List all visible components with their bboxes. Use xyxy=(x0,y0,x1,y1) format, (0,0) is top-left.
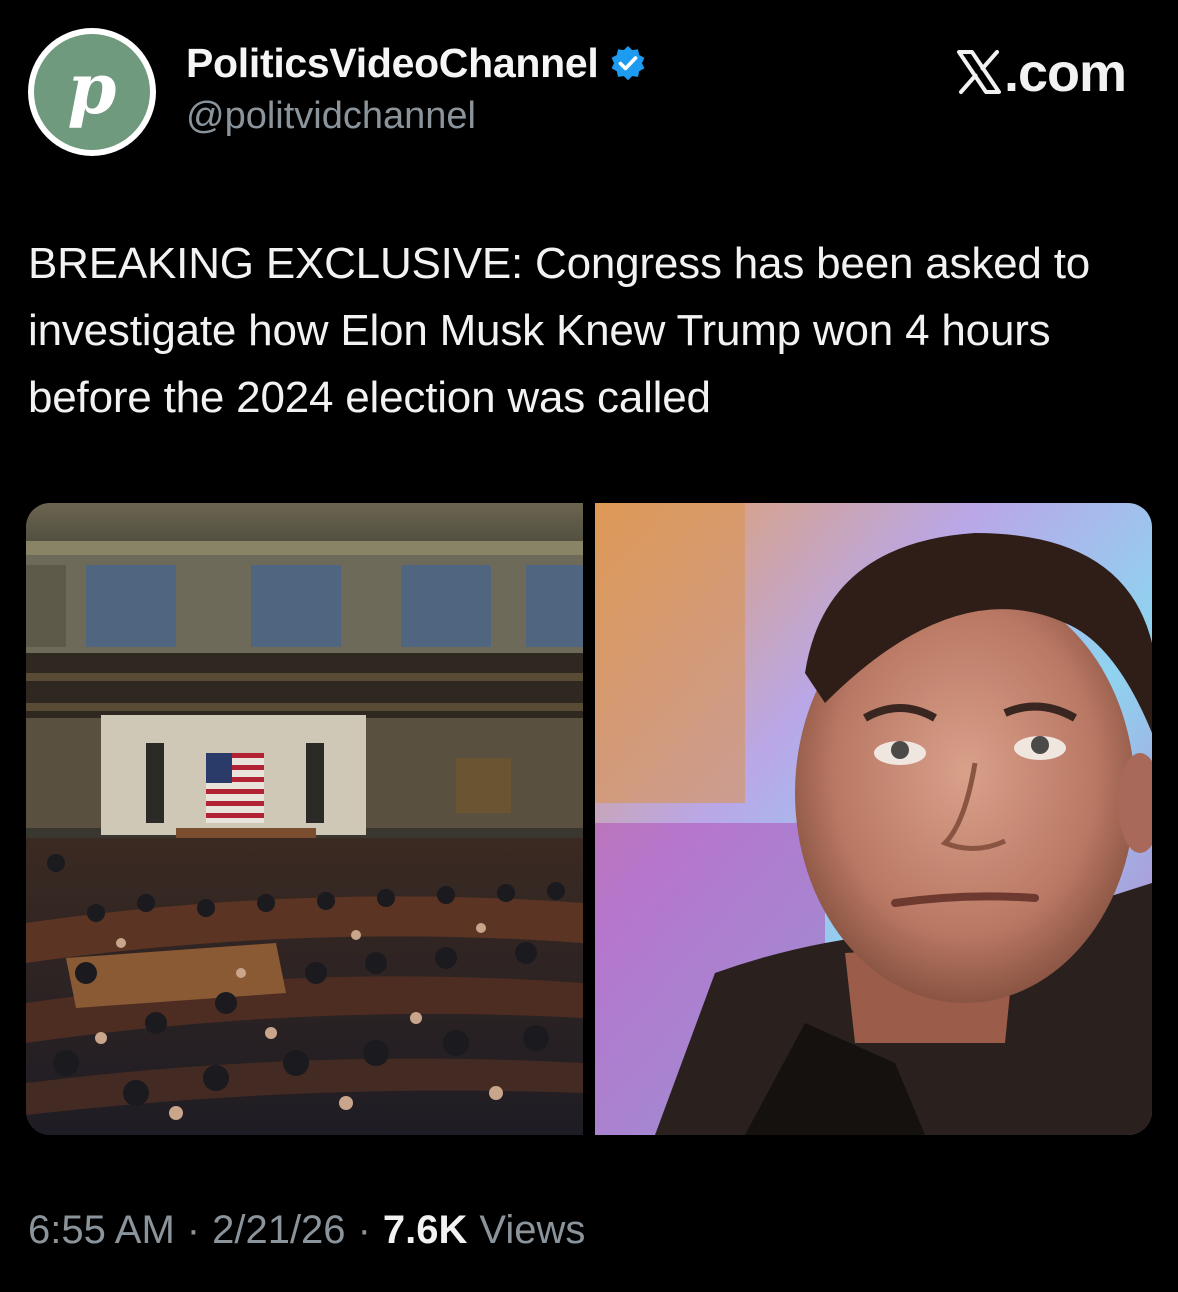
avatar-letter: p xyxy=(67,47,117,130)
tweet-media-grid xyxy=(26,503,1152,1135)
x-logo-icon xyxy=(956,46,1002,94)
avatar-circle: p xyxy=(34,34,150,150)
tweet-screenshot: p PoliticsVideoChannel @politvidchannel xyxy=(0,0,1178,1292)
views-count: 7.6K xyxy=(382,1208,468,1252)
tweet-meta: 6:55 AM · 2/21/26 · 7.6K Views xyxy=(28,1208,585,1253)
tweet-text: BREAKING EXCLUSIVE: Congress has been as… xyxy=(28,239,1090,422)
meta-separator: · xyxy=(186,1208,201,1252)
avatar[interactable]: p xyxy=(28,28,156,156)
brand-label: .com xyxy=(1003,43,1127,103)
views-label[interactable]: Views xyxy=(479,1208,585,1253)
photo-portrait[interactable] xyxy=(595,503,1152,1135)
tweet-header: p PoliticsVideoChannel @politvidchannel xyxy=(28,28,1150,158)
handle[interactable]: @politvidchannel xyxy=(186,95,648,138)
display-name[interactable]: PoliticsVideoChannel xyxy=(186,40,599,87)
tweet-date[interactable]: 2/21/26 xyxy=(212,1208,345,1253)
verified-badge-icon xyxy=(608,44,648,84)
brand-watermark: .com xyxy=(956,42,1127,104)
author-name-row: PoliticsVideoChannel xyxy=(186,40,648,87)
author-block: PoliticsVideoChannel @politvidchannel xyxy=(186,40,648,138)
tweet-time[interactable]: 6:55 AM xyxy=(28,1208,175,1253)
photo-congress-chamber[interactable] xyxy=(26,503,583,1135)
meta-separator: · xyxy=(357,1208,371,1252)
